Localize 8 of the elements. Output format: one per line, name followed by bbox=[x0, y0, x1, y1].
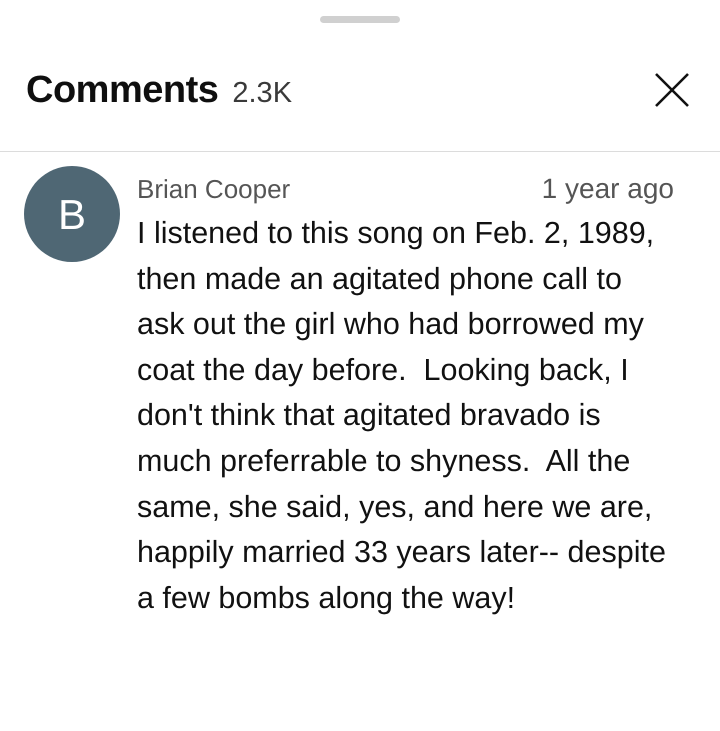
comment-text: I listened to this song on Feb. 2, 1989, then made an agitated phone call to ask out the girl who had borrowed my coat the day before. Looking back, I don't think that agitated bravado is much preferrable to shyness. All the same, she said, yes, and here we are, happily married 33 years later-- despite a few bombs along the way! bbox=[137, 215, 667, 617]
avatar[interactable]: B bbox=[24, 166, 120, 262]
comment-time: 1 year ago bbox=[542, 172, 674, 206]
drag-handle[interactable] bbox=[320, 16, 400, 23]
comment-count: 2.3K bbox=[232, 76, 292, 110]
close-icon bbox=[654, 72, 690, 108]
author-name[interactable]: Brian Cooper bbox=[137, 170, 290, 209]
panel-title: Comments bbox=[26, 68, 218, 112]
